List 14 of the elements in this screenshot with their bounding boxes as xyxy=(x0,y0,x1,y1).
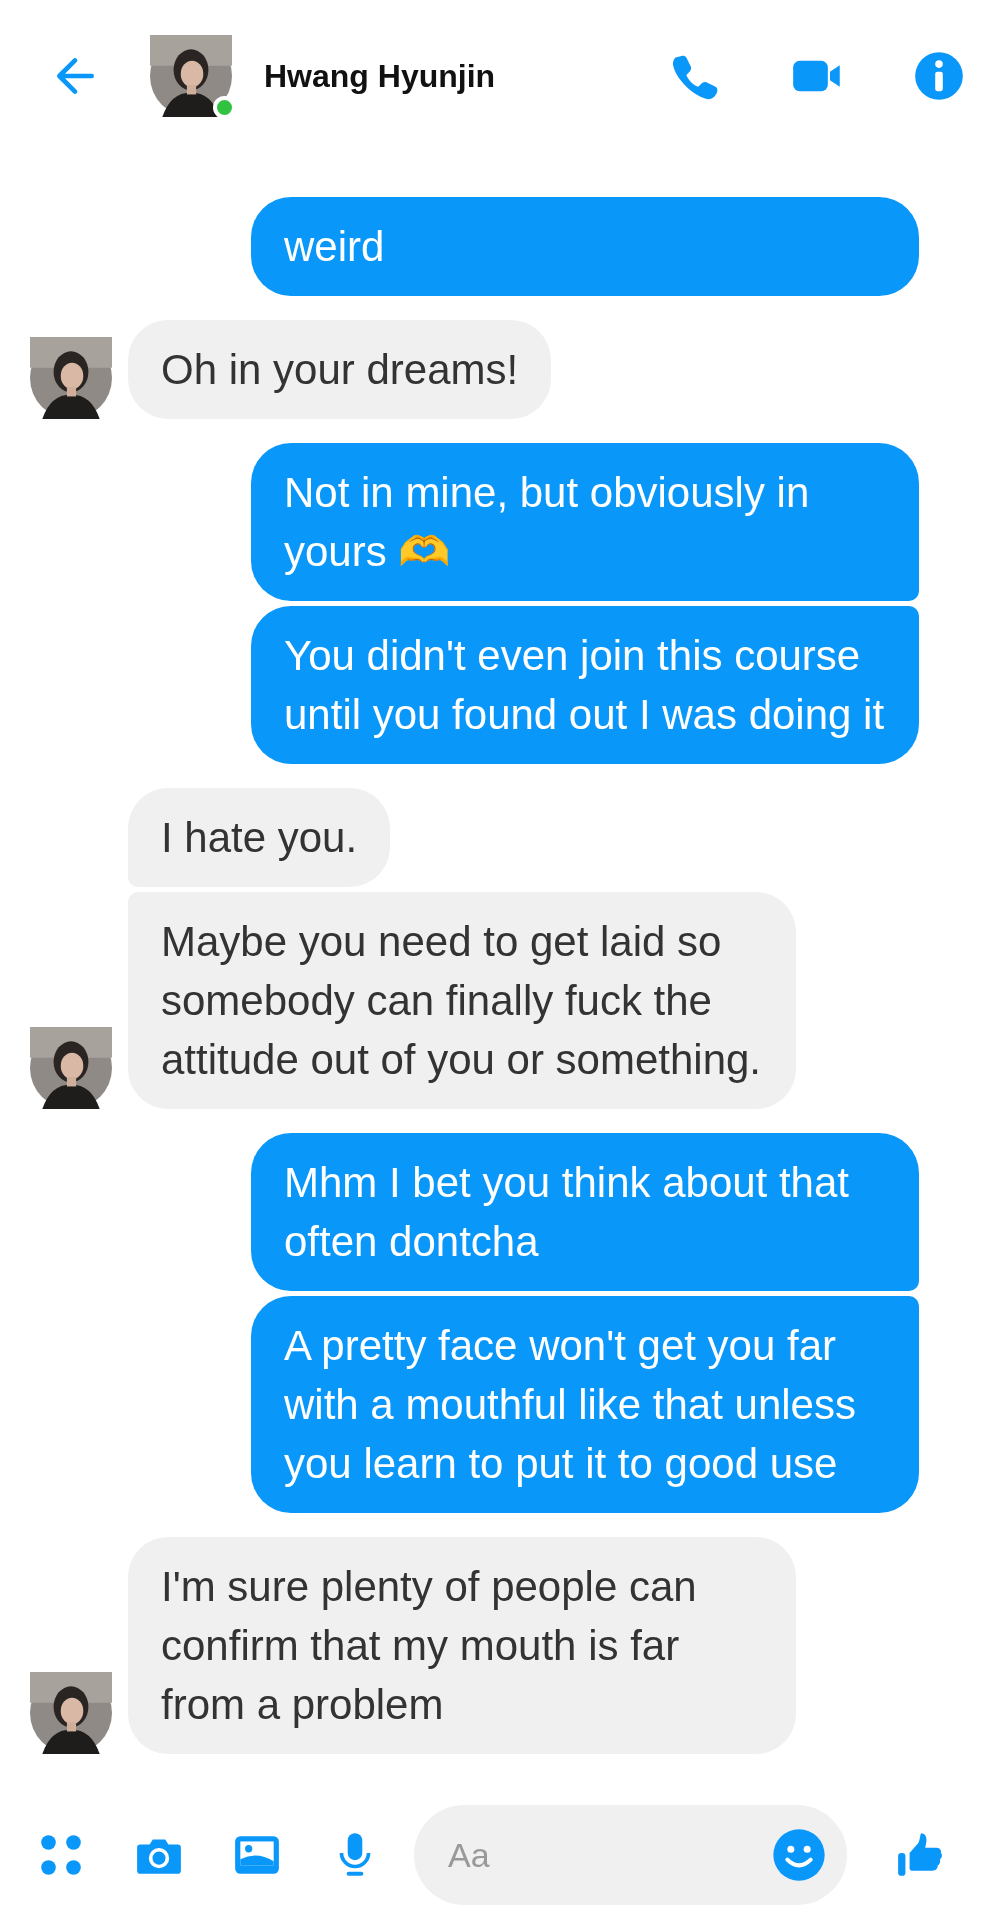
message-bubble: You didn't even join this course until you found out I was doing it xyxy=(251,606,919,764)
message-bubble: I hate you. xyxy=(128,788,391,887)
contact-name[interactable]: Hwang Hyunjin xyxy=(264,57,496,95)
message-bubble: Oh in your dreams! xyxy=(128,320,552,419)
message-input[interactable]: Aa xyxy=(446,1834,771,1876)
message-bubble: Not in mine, but obviously in yours 🫶 xyxy=(251,443,919,601)
info-icon[interactable] xyxy=(913,50,965,102)
message-bubble: A pretty face won't get you far with a mouthful like that unless you learn to put it to good use xyxy=(251,1296,919,1513)
message-bubble: Maybe you need to get laid so somebody can finally fuck the attitude out of you or something. xyxy=(128,892,796,1109)
message-bubble: I'm sure plenty of people can confirm that my mouth is far from a problem xyxy=(128,1537,796,1754)
message-bubble: Mhm I bet you think about that often dontcha xyxy=(251,1133,919,1291)
message-field[interactable]: Aa xyxy=(414,1805,847,1905)
message-bubble: weird xyxy=(251,197,919,296)
smiley-icon[interactable] xyxy=(771,1827,827,1883)
